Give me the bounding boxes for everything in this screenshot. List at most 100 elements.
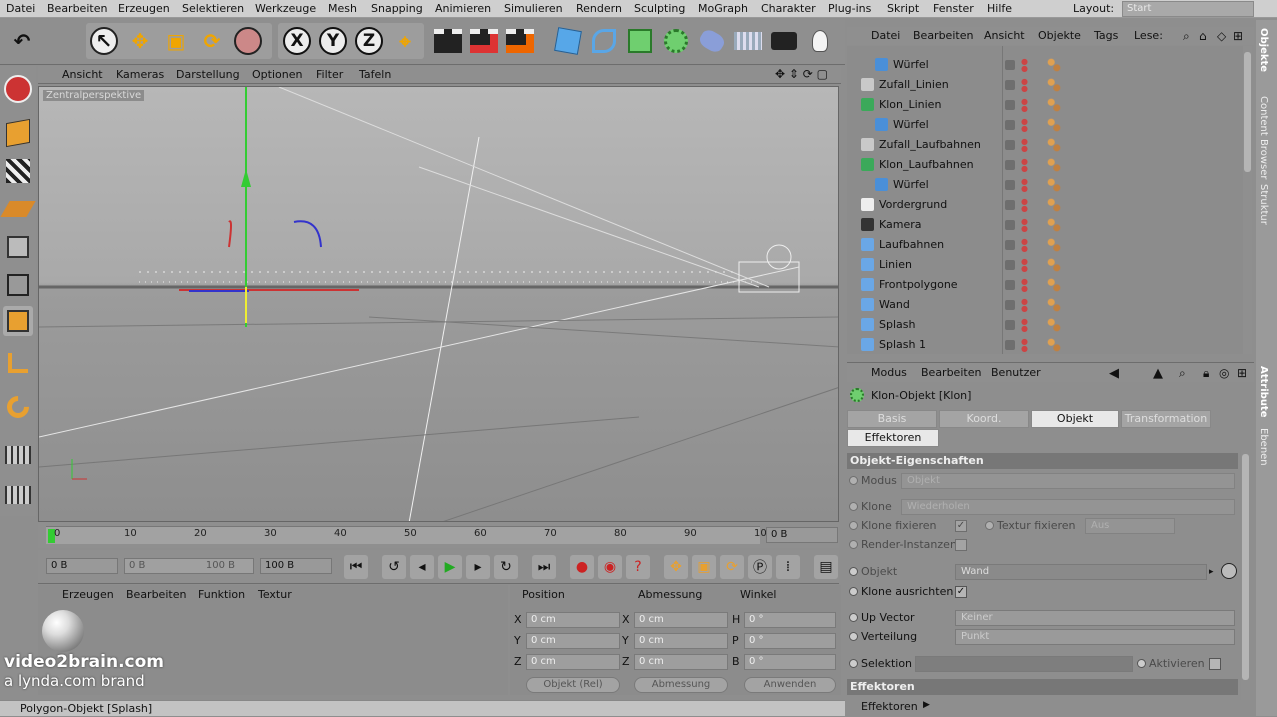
end-frame-field[interactable]: 100 B <box>260 558 332 574</box>
viewport-menu-1[interactable]: Kameras <box>116 68 164 81</box>
viewport-menu-5[interactable]: Tafeln <box>359 68 391 81</box>
textur-radio[interactable] <box>985 521 994 530</box>
object-name[interactable]: Würfel <box>893 118 929 131</box>
render-view-icon[interactable] <box>432 25 464 57</box>
object-name[interactable]: Klon_Laufbahnen <box>879 158 974 171</box>
render-instanzen-radio[interactable] <box>849 540 858 549</box>
rot-h-field[interactable]: 0 ° <box>744 612 836 628</box>
material-menu-3[interactable]: Textur <box>258 588 292 601</box>
layer-icon[interactable] <box>1005 200 1015 210</box>
object-row[interactable]: Frontpolygone ● ● <box>847 275 1243 295</box>
visibility-dots-icon[interactable]: ● ● <box>1021 98 1028 113</box>
layer-icon[interactable] <box>1005 240 1015 250</box>
visibility-dots-icon[interactable]: ● ● <box>1021 278 1028 293</box>
menu-8[interactable]: Simulieren <box>504 2 563 15</box>
up-vector-select[interactable]: Keiner <box>955 610 1235 626</box>
object-row[interactable]: Vordergrund ● ● <box>847 195 1243 215</box>
select-tool-icon[interactable]: ↖ <box>88 25 120 57</box>
klone-fixieren-checkbox[interactable]: ✓ <box>955 520 967 532</box>
object-scrollbar[interactable] <box>1243 46 1252 354</box>
object-menu-3[interactable]: Objekte <box>1038 29 1081 42</box>
home-icon[interactable]: ⌂ <box>1199 29 1207 43</box>
viewport-nav-icons[interactable]: ✥ ⇕ ⟳ ▢ <box>775 67 828 81</box>
material-tag-icon[interactable] <box>1047 318 1061 332</box>
menu-16[interactable]: Hilfe <box>987 2 1012 15</box>
visibility-dots-icon[interactable]: ● ● <box>1021 298 1028 313</box>
key-rotation-icon[interactable]: ⟳ <box>720 555 744 579</box>
material-tag-icon[interactable] <box>1047 198 1061 212</box>
material-tag-icon[interactable] <box>1047 238 1061 252</box>
textur-fixieren-select[interactable]: Aus <box>1085 518 1175 534</box>
grid-lock-icon[interactable] <box>3 440 33 470</box>
range-slider[interactable]: 0 B 100 B <box>124 558 254 574</box>
attr-menu-modus[interactable]: Modus <box>871 366 907 379</box>
material-tag-icon[interactable] <box>1047 98 1061 112</box>
visibility-dots-icon[interactable]: ● ● <box>1021 238 1028 253</box>
menu-11[interactable]: MoGraph <box>698 2 748 15</box>
render-instanzen-checkbox[interactable] <box>955 539 967 551</box>
menu-3[interactable]: Selektieren <box>182 2 244 15</box>
y-axis-icon[interactable]: Y <box>317 25 349 57</box>
menu-15[interactable]: Fenster <box>933 2 974 15</box>
layer-icon[interactable] <box>1005 180 1015 190</box>
layer-icon[interactable] <box>1005 300 1015 310</box>
camera-icon[interactable] <box>768 25 800 57</box>
menu-14[interactable]: Skript <box>887 2 919 15</box>
object-name[interactable]: Splash 1 <box>879 338 926 351</box>
search-icon[interactable]: ⌕ <box>1183 29 1190 44</box>
verteilung-select[interactable]: Punkt <box>955 629 1235 645</box>
texture-mode-icon[interactable] <box>3 156 33 186</box>
up-vector-radio[interactable] <box>849 613 858 622</box>
material-menu-0[interactable]: Erzeugen <box>62 588 114 601</box>
menu-13[interactable]: Plug-ins <box>828 2 871 15</box>
object-row[interactable]: Splash 1 ● ● <box>847 335 1243 354</box>
grid-snap-icon[interactable] <box>3 480 33 510</box>
klone-ausrichten-checkbox[interactable]: ✓ <box>955 586 967 598</box>
object-row[interactable]: Klon_Laufbahnen ● ● <box>847 155 1243 175</box>
objekt-radio[interactable] <box>849 567 858 576</box>
material-tag-icon[interactable] <box>1047 178 1061 192</box>
apply-button[interactable]: Anwenden <box>744 677 836 693</box>
section-effektoren[interactable]: Effektoren <box>847 679 1238 695</box>
polygon-edit-icon[interactable] <box>3 306 33 336</box>
point-edit-icon[interactable] <box>3 232 33 262</box>
attr-new-panel-icon[interactable]: ⊞ <box>1237 366 1247 380</box>
visibility-dots-icon[interactable]: ● ● <box>1021 218 1028 233</box>
timeline-window-icon[interactable]: ▤ <box>814 555 838 579</box>
live-select-icon[interactable] <box>232 25 264 57</box>
globe-icon[interactable] <box>3 74 33 104</box>
material-tag-icon[interactable] <box>1047 118 1061 132</box>
light-icon[interactable] <box>804 25 836 57</box>
object-menu-1[interactable]: Bearbeiten <box>913 29 973 42</box>
material-preview-ball[interactable] <box>42 610 84 652</box>
layer-icon[interactable] <box>1005 100 1015 110</box>
play-icon[interactable]: ▶ <box>438 555 462 579</box>
modus-select[interactable]: Objekt <box>901 473 1235 489</box>
object-name[interactable]: Kamera <box>879 218 922 231</box>
size-x-field[interactable]: 0 cm <box>634 612 728 628</box>
next-frame-icon[interactable]: ▸ <box>466 555 490 579</box>
menu-5[interactable]: Mesh <box>328 2 357 15</box>
magnet-icon[interactable] <box>2 391 34 423</box>
up-arrow-icon[interactable]: ▲ <box>1153 366 1163 381</box>
material-tag-icon[interactable] <box>1047 338 1061 352</box>
rot-b-field[interactable]: 0 ° <box>744 654 836 670</box>
object-row[interactable]: Würfel ● ● <box>847 55 1243 75</box>
new-panel-icon[interactable]: ⊞ <box>1233 29 1243 43</box>
undo-icon[interactable]: ↶ <box>6 25 38 57</box>
object-name[interactable]: Klon_Linien <box>879 98 941 111</box>
object-row[interactable]: Kamera ● ● <box>847 215 1243 235</box>
visibility-dots-icon[interactable]: ● ● <box>1021 138 1028 153</box>
object-name[interactable]: Linien <box>879 258 912 271</box>
tab-koord[interactable]: Koord. <box>939 410 1029 428</box>
previous-frame-icon[interactable]: ◂ <box>410 555 434 579</box>
keyframe-help-icon[interactable]: ? <box>626 555 650 579</box>
viewport[interactable]: Zentralperspektive <box>38 86 839 522</box>
verteilung-radio[interactable] <box>849 632 858 641</box>
timeline-ruler[interactable]: 0 10 20 30 40 50 60 70 80 90 10 <box>46 526 767 544</box>
key-scale-icon[interactable]: ▣ <box>692 555 716 579</box>
attr-menu-benutzer[interactable]: Benutzer <box>991 366 1041 379</box>
viewport-menu-0[interactable]: Ansicht <box>62 68 103 81</box>
layer-icon[interactable] <box>1005 220 1015 230</box>
move-tool-icon[interactable]: ✥ <box>124 25 156 57</box>
